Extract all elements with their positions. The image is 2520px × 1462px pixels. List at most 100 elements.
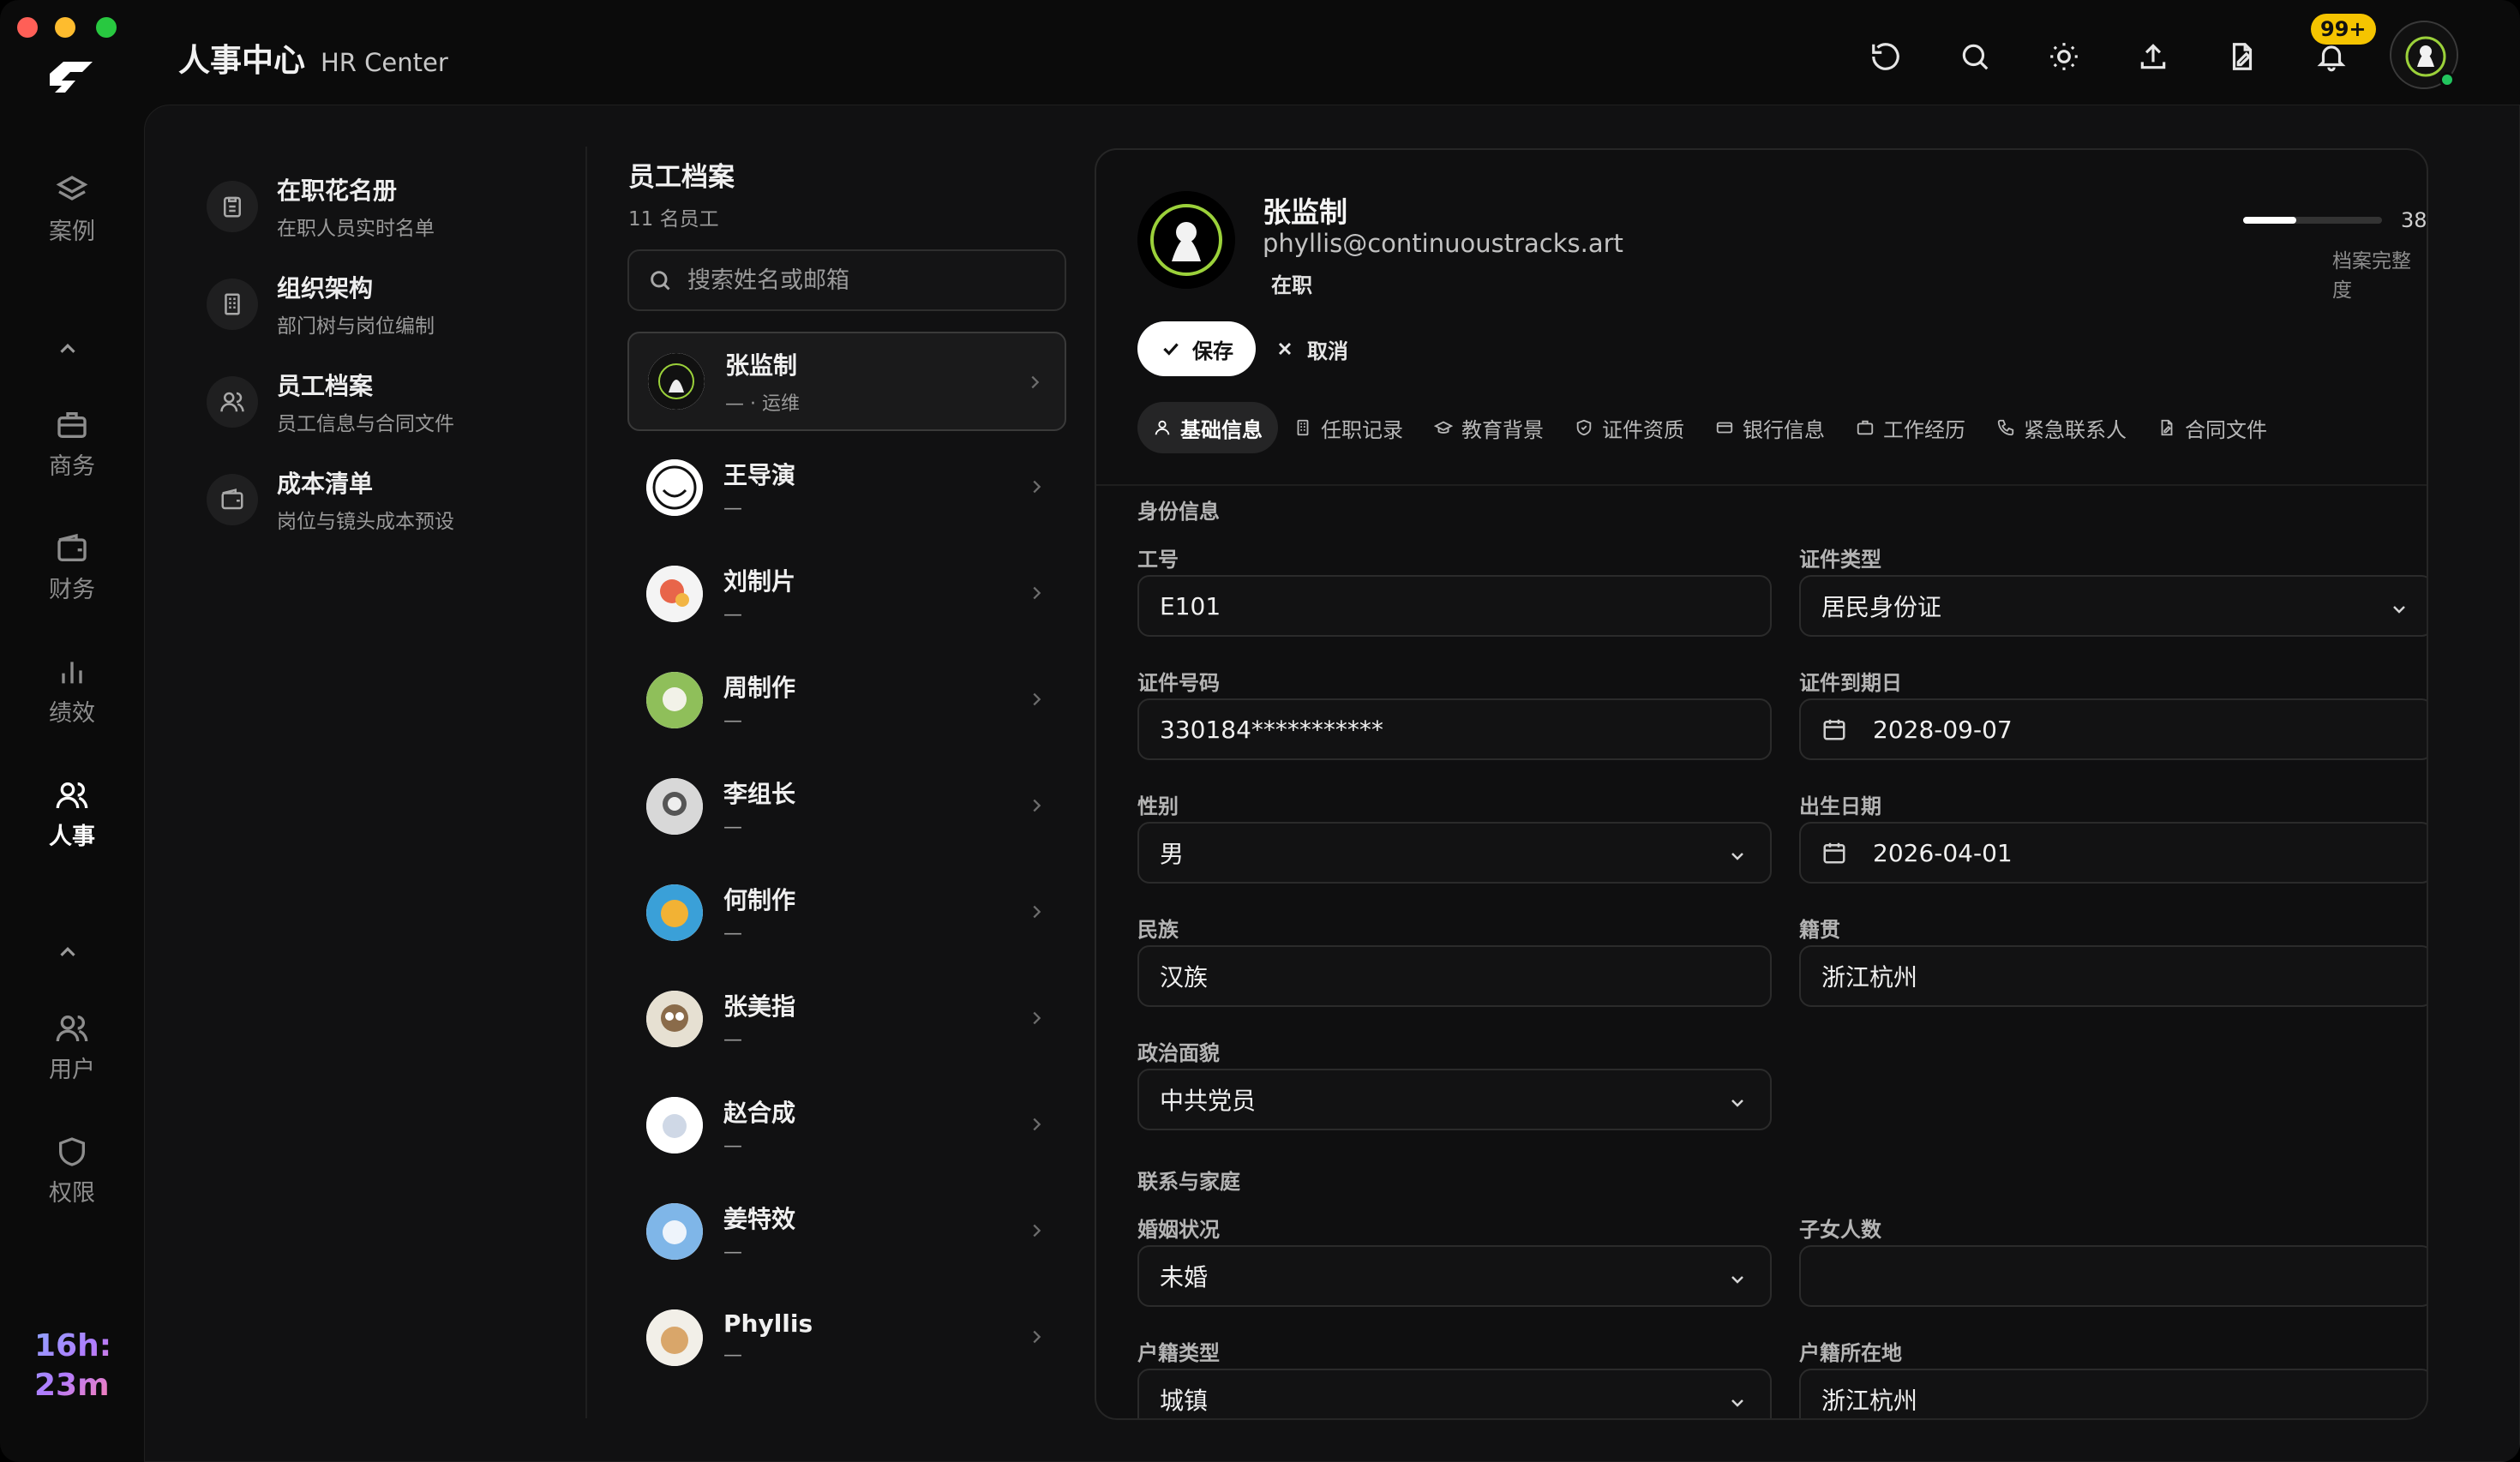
- employee-item[interactable]: 刘制片 —: [627, 544, 1066, 644]
- tab-basic-info[interactable]: 基础信息: [1137, 402, 1278, 453]
- tab-employment[interactable]: 任职记录: [1278, 402, 1419, 453]
- profile-tabs: 基础信息 任职记录 教育背景 证件资质 银行信息 工作经历 紧急联系人 合同文件: [1137, 402, 2283, 453]
- rail-item-permissions[interactable]: 权限: [29, 1135, 115, 1207]
- rail-item-cases[interactable]: 案例: [29, 173, 115, 246]
- main-content: 在职花名册 在职人员实时名单 组织架构 部门树与岗位编制 员工档案 员工信息与合同文件…: [144, 105, 2520, 1462]
- native-place-field[interactable]: 浙江杭州: [1799, 945, 2427, 1007]
- employee-item[interactable]: 周制作 —: [627, 650, 1066, 750]
- employee-sub: —: [723, 1345, 742, 1366]
- employee-item[interactable]: 张监制 — · 运维: [627, 332, 1066, 431]
- employee-item[interactable]: Phyllis —: [627, 1288, 1066, 1387]
- hukou-place-field[interactable]: 浙江杭州: [1799, 1369, 2427, 1418]
- employee-item[interactable]: 赵合成 —: [627, 1076, 1066, 1175]
- children-field[interactable]: [1799, 1245, 2427, 1307]
- search-icon: [651, 271, 670, 291]
- shield-check-icon: [1576, 419, 1592, 436]
- employee-item[interactable]: 李组长 —: [627, 757, 1066, 856]
- employee-name: 李组长: [723, 779, 796, 808]
- employee-item[interactable]: 姜特效 —: [627, 1182, 1066, 1281]
- employee-name: 张监制: [725, 351, 798, 380]
- employee-avatar: [648, 353, 705, 410]
- employee-item[interactable]: 何制作 —: [627, 863, 1066, 962]
- profile-panel: 张监制 phyllis@continuoustracks.art 在职 38% …: [1095, 148, 2428, 1420]
- employee-sub: —: [723, 603, 742, 626]
- political-select[interactable]: 中共党员: [1137, 1069, 1772, 1130]
- close-icon: [1278, 342, 1292, 356]
- id-type-select[interactable]: 居民身份证: [1799, 575, 2427, 637]
- subnav-item-cost[interactable]: 成本清单 岗位与镜头成本预设: [207, 465, 454, 534]
- subnav-item-org[interactable]: 组织架构 部门树与岗位编制: [207, 270, 435, 339]
- employee-name: 张美指: [723, 992, 796, 1021]
- id-expiry-value: 2028-09-07: [1873, 715, 2013, 744]
- birth-date-field[interactable]: 2026-04-01: [1799, 822, 2427, 884]
- rail-collapse-chevron-icon[interactable]: [55, 939, 89, 965]
- credit-card-icon: [1716, 422, 1733, 434]
- tab-contracts[interactable]: 合同文件: [2142, 402, 2283, 453]
- rail-item-label: 财务: [49, 577, 95, 603]
- graduation-cap-icon: [1434, 421, 1453, 434]
- native-place-value: 浙江杭州: [1821, 963, 1918, 992]
- employee-list-title: 员工档案: [628, 162, 735, 193]
- status-badge: 在职: [1271, 273, 1312, 297]
- employee-item[interactable]: 王导演 —: [627, 438, 1066, 537]
- edit-file-icon[interactable]: [2218, 33, 2266, 81]
- chevron-right-icon: [1033, 1011, 1041, 1025]
- online-status-dot: [2439, 72, 2455, 87]
- rail-collapse-chevron-icon[interactable]: [55, 336, 89, 362]
- employee-search[interactable]: [627, 249, 1066, 311]
- hukou-place-value: 浙江杭州: [1821, 1387, 1918, 1415]
- tab-label: 合同文件: [2185, 417, 2267, 442]
- id-expiry-date-field[interactable]: 2028-09-07: [1799, 698, 2427, 760]
- employee-list-header: 员工档案 11 名员工: [628, 155, 735, 231]
- id-type-value: 居民身份证: [1821, 593, 1942, 621]
- employee-avatar: [646, 884, 703, 941]
- maximize-window-button[interactable]: [96, 17, 117, 38]
- employee-name: 赵合成: [723, 1098, 796, 1127]
- tab-emergency-contact[interactable]: 紧急联系人: [1981, 402, 2142, 453]
- app-title: 人事中心 HR Center: [178, 34, 448, 81]
- subnav-item-employee-files[interactable]: 员工档案 员工信息与合同文件: [207, 368, 454, 436]
- gender-value: 男: [1160, 840, 1185, 868]
- employee-sub: — · 运维: [725, 393, 800, 415]
- upload-icon[interactable]: [2129, 33, 2177, 81]
- rail-item-performance[interactable]: 绩效: [29, 655, 115, 728]
- field-label-hukou-place: 户籍所在地: [1799, 1341, 1902, 1365]
- rail-item-business[interactable]: 商务: [29, 408, 115, 481]
- minimize-window-button[interactable]: [55, 17, 75, 38]
- ethnicity-field[interactable]: 汉族: [1137, 945, 1772, 1007]
- gender-select[interactable]: 男: [1137, 822, 1772, 884]
- hukou-type-select[interactable]: 城镇: [1137, 1369, 1772, 1418]
- employee-name: 刘制片: [723, 566, 796, 596]
- subnav-item-roster[interactable]: 在职花名册 在职人员实时名单: [207, 172, 435, 241]
- tab-certificates[interactable]: 证件资质: [1559, 402, 1700, 453]
- save-button[interactable]: 保存: [1137, 321, 1256, 376]
- refresh-icon[interactable]: [1862, 33, 1910, 81]
- session-timer-minutes: 23m: [34, 1368, 110, 1403]
- tab-education[interactable]: 教育背景: [1419, 402, 1559, 453]
- rail-item-users[interactable]: 用户: [29, 1011, 115, 1084]
- employee-name: 姜特效: [723, 1204, 796, 1233]
- tab-work-history[interactable]: 工作经历: [1840, 402, 1981, 453]
- rail-item-finance[interactable]: 财务: [29, 531, 115, 604]
- emp-no-field[interactable]: E101: [1137, 575, 1772, 637]
- field-label-id-no: 证件号码: [1137, 671, 1220, 695]
- rail-item-hr[interactable]: 人事: [29, 778, 115, 851]
- search-input[interactable]: [687, 267, 1047, 294]
- users-icon: [56, 782, 88, 809]
- close-window-button[interactable]: [17, 17, 38, 38]
- tab-bank[interactable]: 银行信息: [1700, 402, 1840, 453]
- employee-count: 11 名员工: [628, 208, 719, 231]
- subnav-title: 员工档案: [277, 372, 374, 400]
- wallet-icon: [221, 488, 243, 510]
- subnav-desc: 在职人员实时名单: [277, 218, 435, 240]
- cancel-button[interactable]: 取消: [1257, 321, 1365, 376]
- marital-select[interactable]: 未婚: [1137, 1245, 1772, 1307]
- chevron-down-icon: [1731, 1276, 1743, 1284]
- chevron-right-icon: [1033, 905, 1041, 919]
- sun-icon[interactable]: [2040, 33, 2088, 81]
- id-no-field[interactable]: 330184***********: [1137, 698, 1772, 760]
- employee-avatar: [646, 1097, 703, 1153]
- ethnicity-value: 汉族: [1160, 963, 1209, 992]
- search-icon[interactable]: [1951, 33, 1999, 81]
- employee-item[interactable]: 张美指 —: [627, 969, 1066, 1069]
